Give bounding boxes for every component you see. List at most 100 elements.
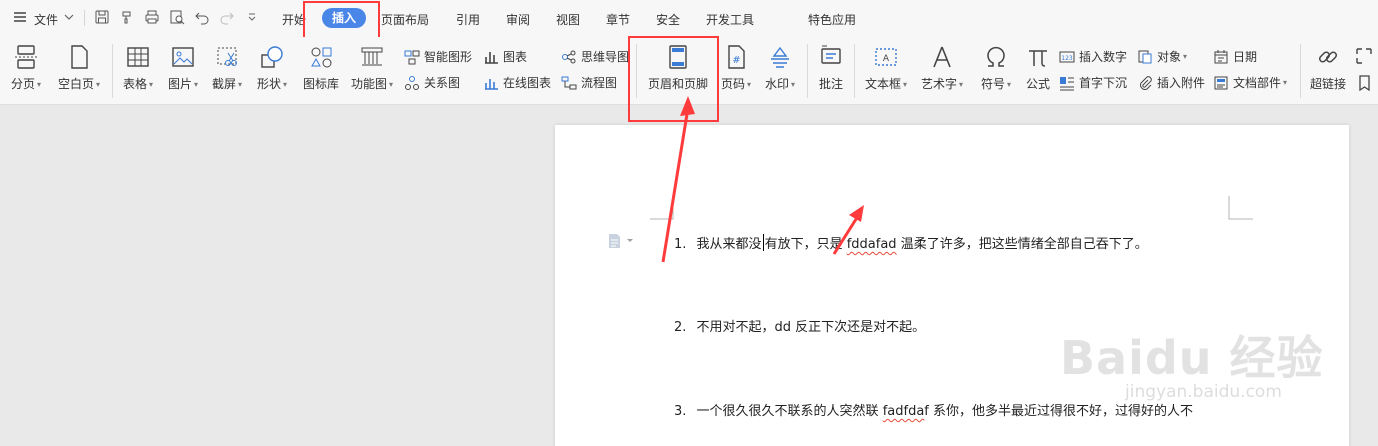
file-menu[interactable]: 文件	[34, 11, 58, 28]
tab-references[interactable]: 引用	[456, 11, 480, 28]
shape-button[interactable]: 形状 ▾	[254, 37, 290, 92]
picture-label: 图片	[167, 77, 192, 91]
paragraph-2[interactable]: 2. 不用对不起，dd 反正下次还是对不起。	[674, 316, 925, 335]
flowchart-icon	[561, 76, 577, 89]
format-painter-icon[interactable]	[119, 9, 135, 25]
paragraph-3[interactable]: 3. 一个很久很久不联系的人突然联 fadfdaf 系你，他多半最近过得很不好，…	[674, 400, 1193, 419]
doc-parts-button[interactable]: 文档部件 ▾	[1213, 74, 1287, 91]
page-break-icon	[15, 45, 37, 69]
paragraph-text: 我从来都没	[696, 237, 762, 252]
blank-page-icon	[71, 45, 88, 69]
spelling-error-word[interactable]: fddafad	[847, 237, 897, 252]
bookmark-icon[interactable]	[1357, 75, 1373, 91]
caret-down-icon: ▾	[1007, 80, 1012, 89]
page-number-label: 页码	[720, 77, 745, 91]
text-box-label: 文本框	[864, 77, 901, 91]
date-button[interactable]: 日期	[1213, 48, 1257, 65]
spelling-error-word[interactable]: fadfda	[883, 404, 925, 419]
function-chart-button[interactable]: 功能图 ▾	[348, 37, 396, 92]
formula-button[interactable]: 公式	[1022, 37, 1054, 92]
divider	[807, 44, 808, 98]
caret-down-icon: ▾	[389, 80, 394, 89]
watermark-button[interactable]: 水印 ▾	[762, 37, 798, 92]
mind-map-button[interactable]: 思维导图	[561, 48, 629, 65]
tab-review[interactable]: 审阅	[506, 11, 530, 28]
insert-number-button[interactable]: 123 插入数字	[1059, 48, 1127, 65]
mind-map-label: 思维导图	[581, 50, 630, 64]
chart-button[interactable]: 图表	[483, 48, 527, 65]
word-art-label: 艺术字	[920, 77, 957, 91]
page-break-button[interactable]: 分页 ▾	[8, 37, 44, 92]
icon-library-label: 图标库	[302, 77, 339, 91]
caret-down-icon: ▾	[903, 80, 908, 89]
online-chart-button[interactable]: 在线图表	[483, 74, 551, 91]
table-button[interactable]: 表格 ▾	[120, 37, 156, 92]
cross-reference-icon[interactable]	[1355, 47, 1373, 65]
comment-icon	[821, 45, 841, 64]
symbol-label: 符号	[980, 77, 1005, 91]
chevron-down-icon[interactable]	[63, 11, 75, 23]
margin-corner-mark	[1228, 196, 1253, 220]
print-icon[interactable]	[144, 9, 160, 25]
chart-label: 图表	[503, 50, 528, 64]
icon-library-button[interactable]: 图标库	[300, 37, 342, 92]
tab-view[interactable]: 视图	[556, 11, 580, 28]
save-icon[interactable]	[94, 9, 110, 25]
svg-text:#: #	[732, 55, 740, 66]
symbol-button[interactable]: 符号 ▾	[976, 37, 1016, 92]
object-button[interactable]: 对象 ▾	[1137, 48, 1187, 65]
online-chart-icon	[485, 78, 498, 90]
relation-chart-button[interactable]: 关系图	[404, 74, 460, 91]
paragraph-text: 不用对不起，dd 反正下次还是对不起。	[696, 320, 926, 335]
print-preview-icon[interactable]	[169, 9, 185, 25]
attachment-label: 插入附件	[1157, 76, 1206, 90]
screenshot-icon	[217, 47, 237, 66]
baidu-watermark: Baidu 经验	[1060, 331, 1324, 385]
hyperlink-button[interactable]: 超链接	[1308, 37, 1348, 92]
tab-page-layout[interactable]: 页面布局	[381, 11, 429, 28]
menu-bar: 文件 开始 插入 页面布局 引用 审阅 视图 章节 安全 开发工具 特色应用	[0, 0, 1378, 37]
smart-art-button[interactable]: 智能图形	[404, 48, 472, 65]
function-chart-icon	[361, 47, 383, 66]
paragraph-1[interactable]: 1. 我从来都没 有放下，只是 fddafad 温柔了许多，把这些情绪全部自己吞下…	[674, 233, 1148, 252]
omega-symbol-icon	[987, 46, 1005, 67]
blank-page-button[interactable]: 空白页 ▾	[55, 37, 103, 92]
doc-parts-label: 文档部件	[1233, 76, 1282, 90]
paragraph-options-icon[interactable]	[607, 233, 635, 249]
hamburger-menu-icon[interactable]	[12, 9, 28, 25]
comment-button[interactable]: 批注	[815, 37, 847, 92]
flowchart-button[interactable]: 流程图	[561, 74, 617, 91]
caret-down-icon: ▾	[283, 80, 288, 89]
caret-down-icon: ▾	[747, 80, 752, 89]
list-number: 3.	[674, 404, 687, 419]
attachment-button[interactable]: 插入附件	[1137, 74, 1205, 91]
drop-cap-button[interactable]: 首字下沉	[1059, 74, 1127, 91]
undo-icon[interactable]	[194, 9, 210, 25]
redo-icon[interactable]	[219, 9, 235, 25]
doc-parts-icon	[1214, 76, 1228, 89]
formula-label: 公式	[1025, 77, 1050, 91]
caret-down-icon: ▾	[194, 80, 199, 89]
watermark-label: 水印	[764, 77, 789, 91]
insert-number-label: 插入数字	[1079, 50, 1128, 64]
tab-developer-tools[interactable]: 开发工具	[706, 11, 754, 28]
margin-corner-mark	[650, 196, 674, 220]
watermark-icon	[771, 46, 789, 68]
text-box-button[interactable]: A 文本框 ▾	[862, 37, 910, 92]
smart-art-label: 智能图形	[424, 50, 473, 64]
tab-security[interactable]: 安全	[656, 11, 680, 28]
picture-button[interactable]: 图片 ▾	[165, 37, 201, 92]
date-label: 日期	[1233, 50, 1258, 64]
word-art-button[interactable]: 艺术字 ▾	[918, 37, 966, 92]
quick-access-dropdown-icon[interactable]	[246, 11, 258, 23]
pi-formula-icon	[1029, 50, 1047, 67]
shape-icon	[261, 46, 283, 68]
hyperlink-label: 超链接	[1309, 77, 1346, 91]
paragraph-text: f 系你，他多半最近过得很不好，过得好的人不	[924, 404, 1194, 419]
caret-down-icon: ▾	[791, 80, 796, 89]
caret-down-icon: ▾	[1283, 78, 1288, 87]
tab-featured-apps[interactable]: 特色应用	[808, 11, 856, 28]
tab-chapter[interactable]: 章节	[606, 11, 630, 28]
screenshot-button[interactable]: 截屏 ▾	[209, 37, 245, 92]
page-number-button[interactable]: # 页码 ▾	[718, 37, 754, 92]
